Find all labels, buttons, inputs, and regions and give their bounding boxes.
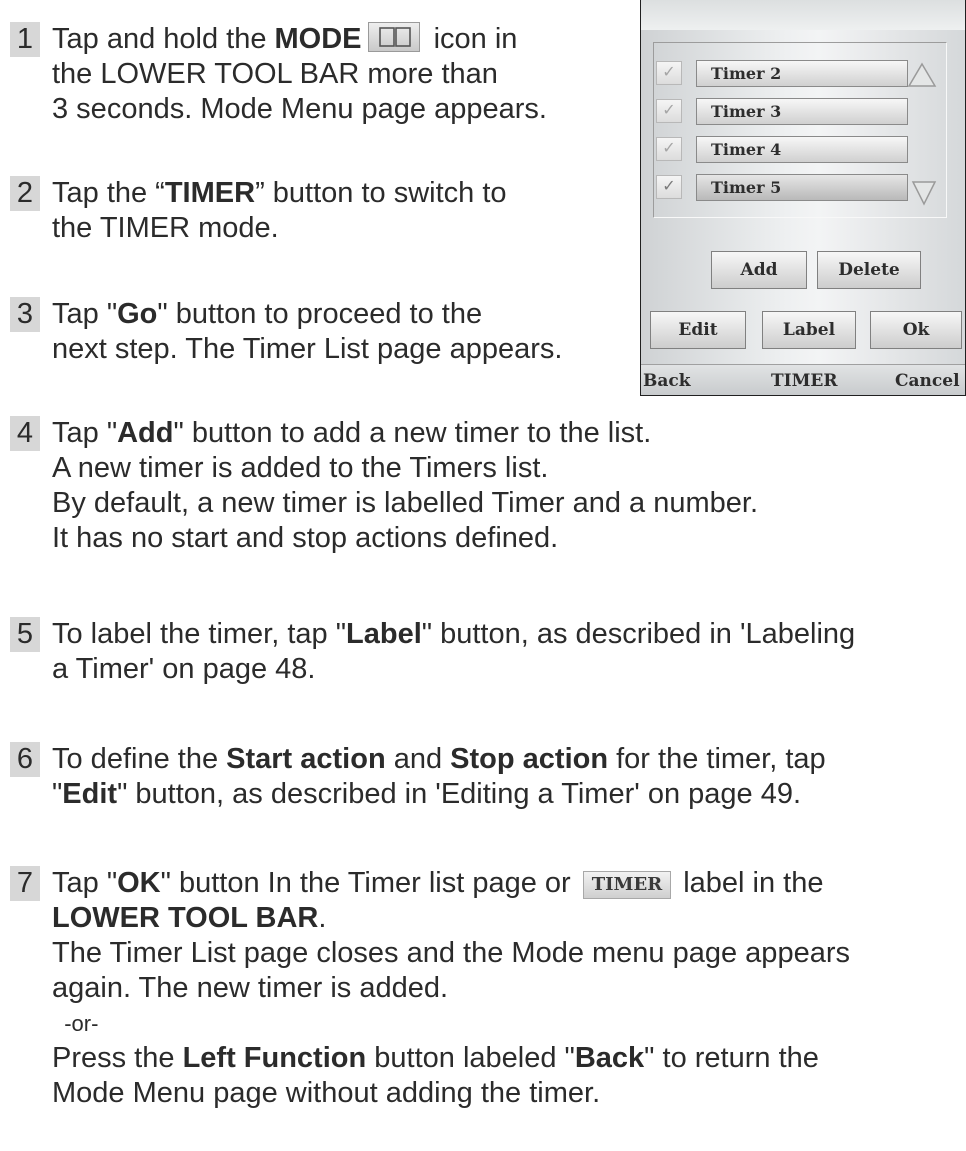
step-text: Tap "OK" button In the Timer list page o… [52, 867, 850, 1109]
edit-button[interactable]: Edit [650, 311, 746, 349]
step-number: 5 [10, 617, 40, 652]
ok-button[interactable]: Ok [870, 311, 962, 349]
timer-checkbox[interactable]: ✓ [656, 61, 682, 85]
screen-top-band [641, 0, 965, 30]
timer-row: ✓ Timer 2 [656, 60, 908, 88]
step-number: 7 [10, 866, 40, 901]
step-number: 4 [10, 416, 40, 451]
delete-button[interactable]: Delete [817, 251, 921, 289]
scroll-down-arrow-icon[interactable] [911, 180, 937, 206]
step-text: Tap the “TIMER” button to switch to the … [52, 177, 507, 244]
add-button[interactable]: Add [711, 251, 807, 289]
step-text: Tap and hold the MODE icon in the LOWER … [52, 22, 547, 125]
step-text: To label the timer, tap "Label" button, … [52, 618, 856, 685]
timer-label-chip: TIMER [582, 871, 672, 899]
timer-row: ✓ Timer 5 [656, 174, 908, 202]
timer-checkbox[interactable]: ✓ [656, 137, 682, 161]
step-number: 1 [10, 22, 40, 57]
lower-tool-bar: Back TIMER Cancel [641, 364, 965, 395]
cancel-softkey[interactable]: Cancel [895, 371, 960, 391]
step-number: 2 [10, 176, 40, 211]
step-number: 6 [10, 742, 40, 777]
timer-checkbox-checked[interactable]: ✓ [656, 175, 682, 199]
back-softkey[interactable]: Back [643, 371, 691, 391]
label-button[interactable]: Label [762, 311, 856, 349]
step-text: To define the Start action and Stop acti… [52, 743, 826, 810]
timer-row: ✓ Timer 3 [656, 98, 908, 126]
timer-button[interactable]: Timer 3 [696, 98, 908, 125]
mode-book-icon [367, 22, 420, 52]
timer-mode-label[interactable]: TIMER [771, 371, 838, 391]
timer-button[interactable]: Timer 2 [696, 60, 908, 87]
timer-row: ✓ Timer 4 [656, 136, 908, 164]
step-text: Tap "Go" button to proceed to the next s… [52, 298, 563, 365]
step-text: Tap "Add" button to add a new timer to t… [52, 417, 759, 554]
timer-button-selected[interactable]: Timer 5 [696, 174, 908, 201]
step-number: 3 [10, 297, 40, 332]
scroll-up-arrow-icon[interactable] [907, 62, 937, 88]
timer-list-screen: ✓ Timer 2 ✓ Timer 3 ✓ Timer 4 ✓ Timer 5 … [640, 0, 966, 396]
timer-checkbox[interactable]: ✓ [656, 99, 682, 123]
timer-button[interactable]: Timer 4 [696, 136, 908, 163]
